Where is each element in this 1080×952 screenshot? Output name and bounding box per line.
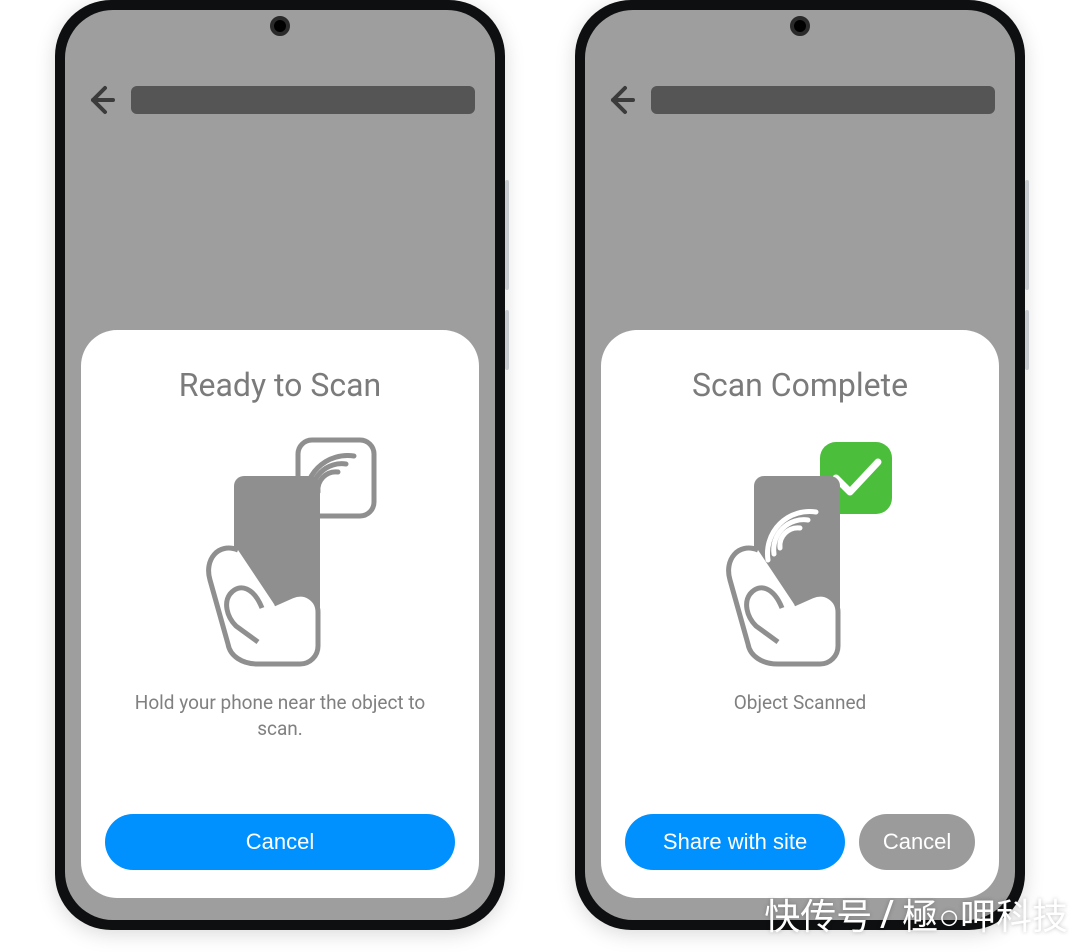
phone-mockup-right: Scan Complete	[575, 0, 1025, 930]
screen-right: Scan Complete	[585, 10, 1015, 920]
phone-side-button	[1025, 180, 1029, 290]
phone-side-button	[505, 310, 509, 370]
title-redacted	[651, 86, 995, 114]
screen-left: Ready to Scan	[65, 10, 495, 920]
sheet-subtitle: Hold your phone near the object to scan.	[120, 690, 440, 741]
topbar	[85, 78, 475, 122]
cancel-button[interactable]: Cancel	[859, 814, 975, 870]
back-arrow-icon[interactable]	[605, 84, 637, 116]
sheet-subtitle: Object Scanned	[734, 690, 867, 716]
scan-sheet-complete: Scan Complete	[601, 330, 999, 898]
scan-complete-illustration	[690, 432, 910, 672]
camera-notch	[790, 16, 810, 36]
scan-sheet-ready: Ready to Scan	[81, 330, 479, 898]
cancel-button[interactable]: Cancel	[105, 814, 455, 870]
share-with-site-button[interactable]: Share with site	[625, 814, 845, 870]
sheet-title: Ready to Scan	[179, 366, 381, 404]
back-arrow-icon[interactable]	[85, 84, 117, 116]
sheet-title: Scan Complete	[692, 366, 908, 404]
title-redacted	[131, 86, 475, 114]
phone-side-button	[505, 180, 509, 290]
phone-side-button	[1025, 310, 1029, 370]
topbar	[605, 78, 995, 122]
phone-mockup-left: Ready to Scan	[55, 0, 505, 930]
scan-illustration	[170, 432, 390, 672]
camera-notch	[270, 16, 290, 36]
